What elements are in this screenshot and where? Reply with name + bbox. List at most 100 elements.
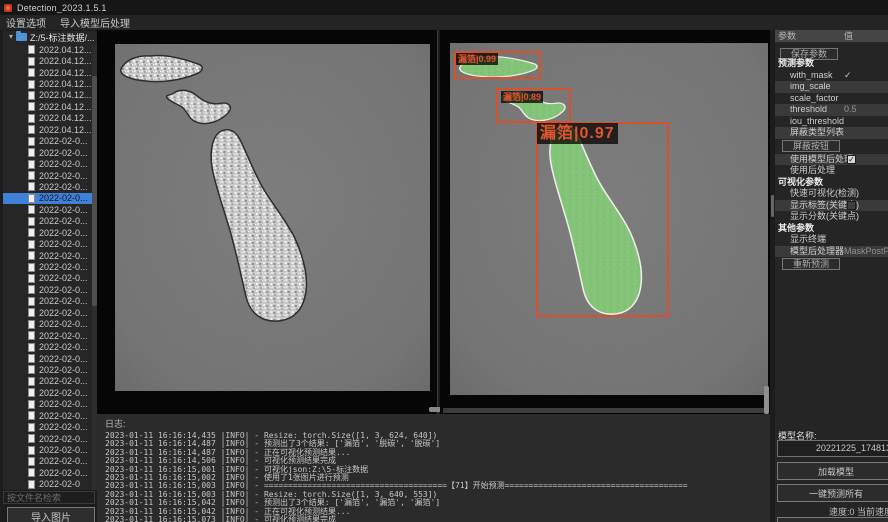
file-icon <box>28 251 35 260</box>
image-viewer-prediction[interactable]: 漏箔|0.99 漏箔|0.89 漏箔|0.97 <box>440 30 770 414</box>
tree-file-item[interactable]: 2022-02-0... <box>3 376 97 387</box>
tree-file-item[interactable]: 2022-02-0... <box>3 136 97 147</box>
tree-file-label: 2022-02-0... <box>39 273 88 283</box>
tree-file-item[interactable]: 2022-02-0... <box>3 204 97 215</box>
tree-file-item[interactable]: 2022-02-0... <box>3 296 97 307</box>
tree-file-label: 2022-02-0... <box>39 354 88 364</box>
tree-file-label: 2022-02-0... <box>39 331 88 341</box>
tree-file-item[interactable]: 2022-02-0... <box>3 227 97 238</box>
param-label: 使用后处理 <box>775 165 835 175</box>
tree-file-item[interactable]: 2022-02-0... <box>3 410 97 421</box>
tree-file-item[interactable]: 2022-02-0... <box>3 158 97 169</box>
params-section-header: 可视化参数 <box>775 177 888 189</box>
tree-file-label: 2022.04.12... <box>39 102 92 112</box>
folder-icon <box>16 33 27 41</box>
tree-file-item[interactable]: 2022.04.12... <box>3 55 97 66</box>
tree-file-item[interactable]: 2022-02-0... <box>3 399 97 410</box>
predict-all-button[interactable]: 一键预测所有 <box>777 484 888 502</box>
tree-file-item[interactable]: 2022.04.12... <box>3 90 97 101</box>
tree-file-item[interactable]: 2022-02-0 <box>3 479 97 490</box>
tree-file-item[interactable]: 2022-02-0... <box>3 444 97 455</box>
viewer-right-scrollbar-thumb[interactable] <box>771 195 774 217</box>
postprocess-settings-button[interactable]: 后处理参数设置 <box>777 517 888 522</box>
menu-item-import-model-postprocess[interactable]: 导入模型后处理 <box>60 15 130 30</box>
file-icon <box>28 274 35 283</box>
search-input[interactable] <box>3 491 95 504</box>
tree-file-item[interactable]: 2022-02-0... <box>3 261 97 272</box>
param-label: 模型后处理器 <box>775 246 844 256</box>
tree-file-item[interactable]: 2022-02-0... <box>3 319 97 330</box>
tree-file-item[interactable]: 2022-02-0... <box>3 387 97 398</box>
tree-file-item[interactable]: 2022.04.12... <box>3 67 97 78</box>
mask-types-button[interactable]: 屏蔽按钮 <box>782 140 840 152</box>
model-name-field[interactable]: 20221225_174813 <box>777 440 888 457</box>
tree-file-item[interactable]: 2022.04.12... <box>3 101 97 112</box>
param-label: iou_threshold <box>775 116 844 126</box>
horizontal-scrollbar[interactable] <box>443 408 765 413</box>
param-row: 显示终端 <box>775 234 888 246</box>
tree-file-item[interactable]: 2022-02-0... <box>3 467 97 478</box>
tree-file-item[interactable]: 2022-02-0... <box>3 250 97 261</box>
tree-file-item[interactable]: 2022-02-0... <box>3 307 97 318</box>
tree-file-item[interactable]: 2022-02-0... <box>3 421 97 432</box>
tree-root-label: Z:/5-标注数据/... <box>30 31 95 44</box>
file-icon <box>28 423 35 432</box>
tree-file-item[interactable]: 2022.04.12... <box>3 124 97 135</box>
tree-file-item[interactable]: 2022-02-0... <box>3 216 97 227</box>
detection-label: 漏箔|0.97 <box>537 123 618 144</box>
tree-file-item[interactable]: 2022-02-0... <box>3 341 97 352</box>
tree-file-label: 2022-02-0... <box>39 296 88 306</box>
file-icon <box>28 160 35 169</box>
tree-file-item[interactable]: 2022-02-0... <box>3 456 97 467</box>
re-predict-button[interactable]: 重新预测 <box>782 258 840 270</box>
tree-file-item[interactable]: 2022.04.12... <box>3 113 97 124</box>
file-icon <box>28 148 35 157</box>
tree-file-label: 2022-02-0... <box>39 239 88 249</box>
param-row: with_mask✓ <box>775 70 888 82</box>
tree-root-node[interactable]: ▾ Z:/5-标注数据/... <box>3 31 97 43</box>
checkbox-checked[interactable]: ✓ <box>847 155 856 164</box>
file-icon <box>28 388 35 397</box>
tree-file-label: 2022-02-0... <box>39 262 88 272</box>
tree-file-label: 2022.04.12... <box>39 113 92 123</box>
log-lines[interactable]: 2023-01-11 16:16:14,435 |INFO| - Resize:… <box>105 432 770 522</box>
checkbox-empty[interactable] <box>847 201 856 210</box>
tree-file-item[interactable]: 2022-02-0... <box>3 147 97 158</box>
tree-file-label: 2022-02-0... <box>39 342 88 352</box>
viewer-divider[interactable] <box>437 30 438 414</box>
file-icon <box>28 434 35 443</box>
tree-file-item[interactable]: 2022-02-0... <box>3 170 97 181</box>
param-row: threshold0.5 <box>775 104 888 116</box>
tree-file-item[interactable]: 2022.04.12... <box>3 44 97 55</box>
tree-file-label: 2022-02-0... <box>39 171 88 181</box>
tree-file-item[interactable]: 2022-02-0... <box>3 238 97 249</box>
file-icon <box>28 91 35 100</box>
tree-file-item[interactable]: 2022-02-0... <box>3 433 97 444</box>
import-images-button[interactable]: 导入图片 <box>7 507 95 522</box>
menu-item-settings[interactable]: 设置选项 <box>6 15 46 30</box>
tree-file-label: 2022.04.12... <box>39 56 92 66</box>
tree-file-label: 2022-02-0... <box>39 376 88 386</box>
param-row: 快速可视化(检测) <box>775 188 888 200</box>
tree-file-item[interactable]: 2022-02-0... <box>3 193 97 204</box>
tree-file-item[interactable]: 2022-02-0... <box>3 273 97 284</box>
file-icon <box>28 137 35 146</box>
tree-file-item[interactable]: 2022-02-0... <box>3 181 97 192</box>
tree-file-item[interactable]: 2022-02-0... <box>3 330 97 341</box>
vertical-scrollbar-thumb[interactable] <box>764 386 769 414</box>
file-icon <box>28 194 35 203</box>
load-model-button[interactable]: 加载模型 <box>777 462 888 480</box>
tree-file-item[interactable]: 2022.04.12... <box>3 78 97 89</box>
tree-file-item[interactable]: 2022-02-0... <box>3 353 97 364</box>
image-viewer-original[interactable] <box>97 30 437 414</box>
tree-file-label: 2022-02-0... <box>39 319 88 329</box>
file-list: 2022.04.12...2022.04.12...2022.04.12...2… <box>3 44 97 490</box>
app-icon <box>4 4 12 12</box>
file-icon <box>28 182 35 191</box>
tree-file-label: 2022-02-0 <box>39 479 80 489</box>
tree-file-item[interactable]: 2022-02-0... <box>3 364 97 375</box>
window-title: Detection_2023.1.5.1 <box>17 3 107 13</box>
tree-file-item[interactable]: 2022-02-0... <box>3 284 97 295</box>
param-row: 屏蔽类型列表 <box>775 127 888 139</box>
tree-file-label: 2022-02-0... <box>39 182 88 192</box>
